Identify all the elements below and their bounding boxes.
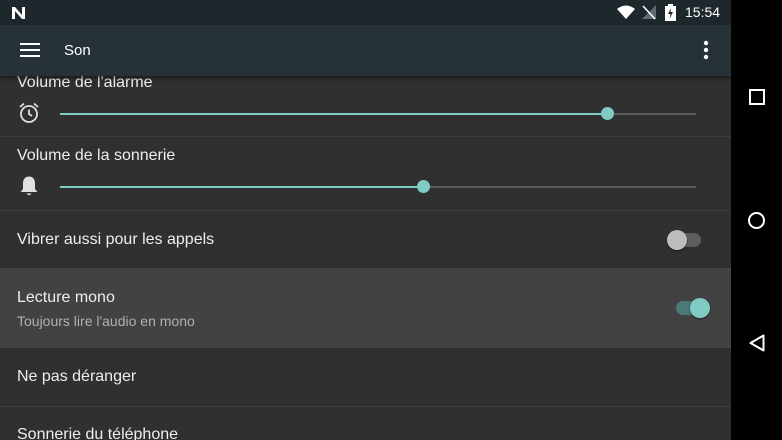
- mono-audio-row[interactable]: Lecture mono Toujours lire l'audio en mo…: [0, 268, 731, 348]
- alarm-volume-fill: [60, 113, 607, 115]
- vibrate-calls-switch[interactable]: [667, 230, 701, 250]
- ring-volume-label: Volume de la sonnerie: [17, 147, 176, 164]
- more-vert-icon[interactable]: [703, 40, 709, 60]
- hamburger-menu-icon[interactable]: [20, 42, 40, 58]
- ring-volume-slider[interactable]: [60, 180, 696, 193]
- do-not-disturb-row[interactable]: Ne pas déranger: [0, 348, 731, 406]
- settings-list: Volume de l'alarme Volume de la sonnerie: [0, 76, 731, 440]
- square-recents-icon[interactable]: [749, 89, 765, 105]
- vibrate-calls-switch-thumb: [667, 230, 687, 250]
- alarm-volume-thumb[interactable]: [600, 107, 614, 120]
- mono-audio-switch-thumb: [690, 298, 710, 318]
- phone-ringtone-row[interactable]: Sonnerie du téléphone: [0, 407, 731, 440]
- app-bar: Son: [0, 25, 731, 76]
- battery-charging-icon: [665, 4, 676, 21]
- alarm-volume-label: Volume de l'alarme: [17, 76, 153, 91]
- wifi-icon: [617, 5, 635, 19]
- vibrate-calls-label: Vibrer aussi pour les appels: [17, 231, 215, 248]
- mono-audio-label: Lecture mono: [17, 289, 115, 306]
- navigation-bar: [731, 0, 782, 440]
- status-bar: 15:54: [0, 0, 731, 25]
- page-title: Son: [64, 42, 91, 59]
- ring-volume-thumb[interactable]: [416, 180, 430, 193]
- status-time: 15:54: [685, 4, 721, 20]
- ring-volume-row: Volume de la sonnerie: [0, 137, 731, 210]
- vibrate-calls-row[interactable]: Vibrer aussi pour les appels: [0, 211, 731, 268]
- n-notification-icon: [12, 7, 25, 19]
- mono-audio-summary: Toujours lire l'audio en mono: [17, 313, 195, 329]
- bell-icon: [20, 176, 38, 196]
- phone-ringtone-label: Sonnerie du téléphone: [17, 426, 179, 440]
- ring-volume-fill: [60, 186, 423, 188]
- circle-home-icon[interactable]: [747, 211, 766, 230]
- alarm-volume-slider[interactable]: [60, 107, 696, 120]
- do-not-disturb-label: Ne pas déranger: [17, 368, 137, 385]
- mono-audio-switch[interactable]: [676, 298, 710, 318]
- alarm-clock-icon: [19, 102, 39, 123]
- alarm-volume-row: Volume de l'alarme: [0, 76, 731, 136]
- no-signal-icon: [642, 5, 656, 20]
- settings-screen: 15:54 Son Volume de l'alarme Volume de l…: [0, 0, 731, 440]
- triangle-back-icon[interactable]: [749, 334, 765, 352]
